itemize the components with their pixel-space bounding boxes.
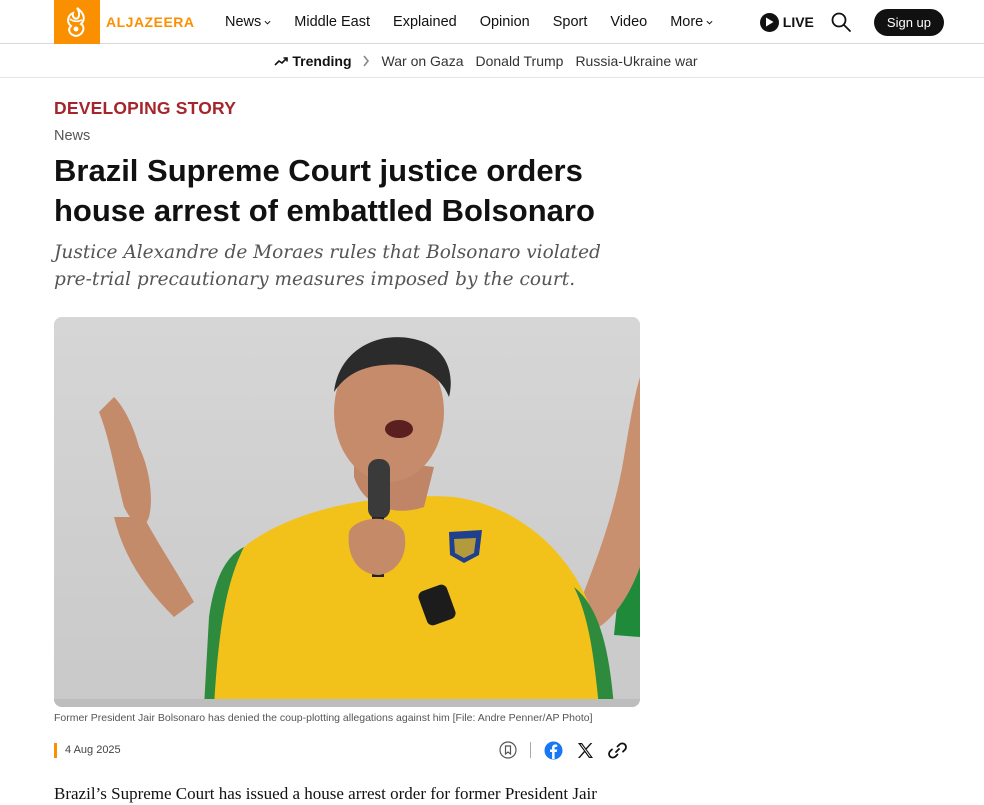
developing-story-label: DEVELOPING STORY [54,98,237,118]
play-icon [759,12,779,32]
nav-item-label: Middle East [294,14,371,30]
nav-item-news[interactable]: News [225,14,271,30]
nav-item-label: Explained [393,14,457,30]
article-header: DEVELOPING STORY News Brazil Supreme Cou… [54,98,644,293]
site-logo[interactable]: ALJAZEERA [54,0,195,44]
nav-item-middle-east[interactable]: Middle East [294,14,370,30]
section-label[interactable]: News [54,128,644,144]
trending-link-war-on-gaza[interactable]: War on Gaza [382,53,464,69]
nav-item-video[interactable]: Video [610,14,647,30]
nav-item-label: Sport [552,14,588,30]
trending-label-text: Trending [292,53,352,69]
share-toolbar [486,740,627,760]
sign-up-button[interactable]: Sign up [873,8,944,36]
article-meta: 4 Aug 2025 [54,740,640,760]
logo-text: ALJAZEERA [106,14,195,30]
article-headline: Brazil Supreme Court justice orders hous… [54,153,595,228]
trending-up-icon [274,57,289,66]
x-icon[interactable] [575,740,595,760]
article-body-first-line: Brazil’s Supreme Court has issued a hous… [54,784,597,803]
link-icon[interactable] [607,740,627,760]
top-navigation: ALJAZEERA News Middle East Explained Opi… [0,0,984,44]
live-button[interactable]: LIVE [759,12,814,32]
nav-item-label: More [670,14,704,30]
trending-bar: Trending War on Gaza Donald Trump Russia… [0,45,984,78]
nav-item-label: Opinion [479,14,530,30]
chevron-down-icon [706,20,713,25]
header-actions: LIVE Sign up [759,0,944,44]
share-divider [530,742,531,758]
nav-item-sport[interactable]: Sport [553,14,588,30]
main-nav: News Middle East Explained Opinion Sport… [225,0,736,44]
chevron-right-icon [362,55,369,67]
facebook-icon[interactable] [543,740,563,760]
live-label: LIVE [782,14,814,30]
photo-caption: Former President Jair Bolsonaro has deni… [54,712,593,724]
nav-item-label: News [225,14,262,30]
trending-link-russia-ukraine-war[interactable]: Russia-Ukraine war [575,53,697,69]
trending-link-donald-trump[interactable]: Donald Trump [476,53,564,69]
date-accent-bar [54,742,57,758]
logo-mark-icon [54,0,100,44]
publish-date: 4 Aug 2025 [65,744,121,756]
bookmark-icon[interactable] [498,740,518,760]
article-photo [54,317,640,707]
nav-item-opinion[interactable]: Opinion [480,14,530,30]
article-dek: Justice Alexandre de Moraes rules that B… [54,242,601,290]
nav-item-more[interactable]: More [670,14,713,30]
trending-label: Trending [274,53,352,69]
search-icon[interactable] [830,11,852,33]
nav-item-explained[interactable]: Explained [393,14,457,30]
nav-item-label: Video [610,14,648,30]
chevron-down-icon [264,20,271,25]
